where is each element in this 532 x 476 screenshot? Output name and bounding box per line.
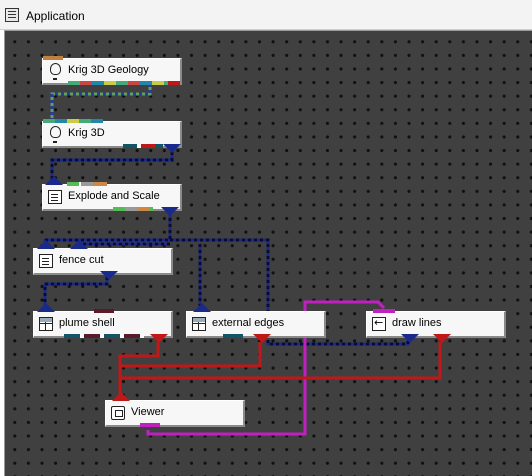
document-icon <box>39 254 53 268</box>
output-ports[interactable] <box>123 144 163 148</box>
module-label: external edges <box>212 317 285 329</box>
module-krig-3d-geology[interactable]: Krig 3D Geology <box>42 56 182 85</box>
render-input-port[interactable] <box>112 392 130 401</box>
module-fence-cut[interactable]: fence cut <box>33 240 173 280</box>
field-input-port[interactable] <box>37 303 55 312</box>
render-output-port[interactable] <box>253 334 271 343</box>
module-external-edges[interactable]: external edges <box>186 303 326 343</box>
field-output-port[interactable] <box>100 271 118 280</box>
module-krig-3d[interactable]: Krig 3D <box>42 119 182 153</box>
grid-icon <box>192 317 206 331</box>
field-output-port[interactable] <box>161 207 179 216</box>
field-input-port[interactable] <box>193 303 211 312</box>
render-output-port[interactable] <box>433 334 451 343</box>
field-input-port[interactable] <box>37 240 55 249</box>
output-port[interactable] <box>223 334 243 338</box>
module-label: draw lines <box>392 317 442 329</box>
module-label: plume shell <box>59 317 115 329</box>
module-plume-shell[interactable]: plume shell <box>33 303 173 343</box>
input-port[interactable] <box>94 309 114 313</box>
input-port[interactable] <box>43 56 63 60</box>
module-draw-lines[interactable]: draw lines <box>366 309 506 343</box>
line-output-port[interactable] <box>140 423 160 427</box>
line-input-port[interactable] <box>373 309 395 313</box>
lightbulb-icon <box>50 126 61 143</box>
field-output-port[interactable] <box>163 144 181 153</box>
field-input-port[interactable] <box>45 176 63 185</box>
input-ports[interactable] <box>67 182 107 186</box>
lightbulb-icon <box>50 63 61 80</box>
input-ports[interactable] <box>43 119 103 123</box>
module-label: Explode and Scale <box>68 190 160 202</box>
module-label: fence cut <box>59 254 104 266</box>
module-label: Viewer <box>131 406 165 418</box>
module-explode-and-scale[interactable]: Explode and Scale <box>42 176 182 216</box>
field-output-port[interactable] <box>401 334 419 343</box>
output-ports[interactable] <box>64 334 144 338</box>
module-label: Krig 3D <box>68 127 105 139</box>
output-ports[interactable] <box>113 207 153 211</box>
module-label: Krig 3D Geology <box>68 64 149 76</box>
title-bar: Application <box>0 0 532 30</box>
output-ports[interactable] <box>68 81 168 85</box>
window-title: Application <box>26 9 85 23</box>
document-icon <box>48 190 62 204</box>
render-output-port[interactable] <box>150 334 168 343</box>
viewer-icon <box>111 406 125 420</box>
module-viewer[interactable]: Viewer <box>105 392 245 427</box>
field-input-port-2[interactable] <box>70 240 88 249</box>
grid-icon <box>39 317 53 331</box>
application-icon <box>5 8 19 22</box>
output-port[interactable] <box>168 81 180 85</box>
arrow-icon <box>372 316 386 331</box>
